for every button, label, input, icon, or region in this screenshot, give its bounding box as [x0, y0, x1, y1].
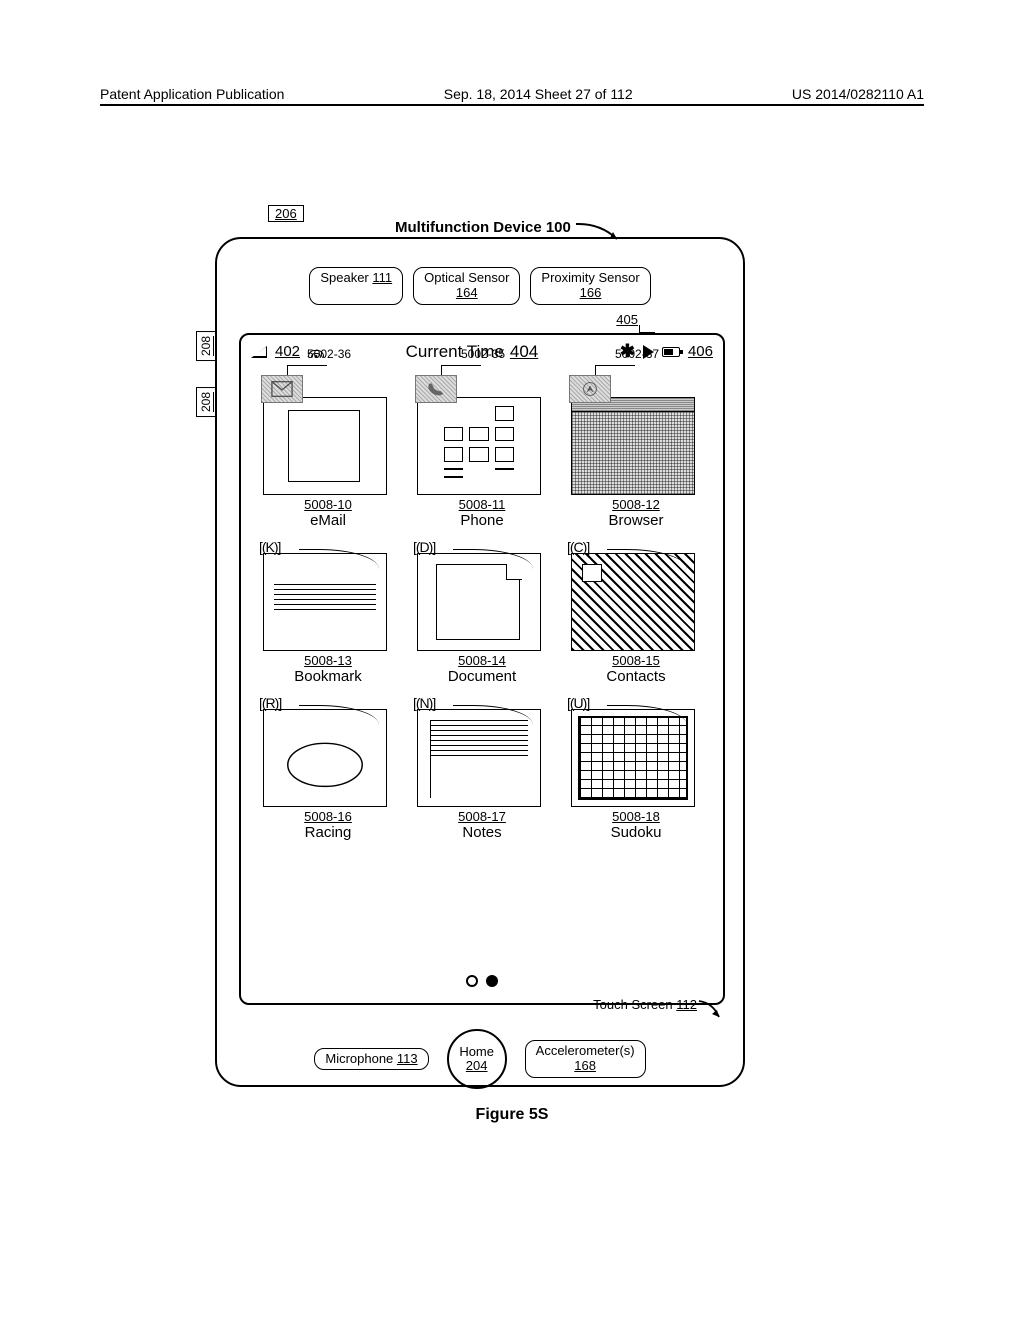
mail-badge-icon: [261, 375, 303, 403]
figure-caption: Figure 5S: [0, 1106, 1024, 1124]
speaker-pill: Speaker 111: [309, 267, 403, 305]
label-email: eMail: [263, 512, 393, 529]
home-label: Home: [459, 1045, 494, 1059]
proximity-pill: Proximity Sensor 166: [530, 267, 650, 305]
cell-document: [(D)] 5008-14 Document: [417, 539, 547, 685]
thumb-sudoku[interactable]: [571, 709, 695, 807]
cell-sudoku: [(U)] 5008-18 Sudoku: [571, 695, 701, 841]
thumb-email[interactable]: [263, 397, 387, 495]
signal-icon: [251, 346, 267, 358]
home-button[interactable]: Home 204: [447, 1029, 507, 1089]
badge-ref-1: 5002-36: [307, 347, 351, 361]
page-indicator[interactable]: [466, 975, 498, 987]
cell-contacts: [(C)] 5008-15 Contacts: [571, 539, 701, 685]
cell-bookmark: [(K)] 5008-13 Bookmark: [263, 539, 393, 685]
thumb-document[interactable]: [417, 553, 541, 651]
num-email: 5008-10: [304, 497, 352, 512]
cell-browser: 5002-37 5008-12 Browser: [571, 375, 701, 529]
thumb-contacts[interactable]: [571, 553, 695, 651]
ref-208-top: 208: [196, 331, 216, 361]
thumb-bookmark[interactable]: [263, 553, 387, 651]
ref-206: 206: [268, 205, 304, 222]
ref-208-bottom: 208: [196, 387, 216, 417]
thumb-notes[interactable]: [417, 709, 541, 807]
proximity-label: Proximity Sensor: [541, 270, 639, 285]
device-title: Multifunction Device 100: [395, 219, 571, 236]
cell-racing: [(R)] 5008-16 Racing: [263, 695, 393, 841]
compass-badge-icon: [569, 375, 611, 403]
num-contacts: 5008-15: [612, 653, 660, 668]
touchscreen-label: Touch Screen 112: [593, 997, 697, 1012]
label-phone: Phone: [417, 512, 547, 529]
label-contacts: Contacts: [571, 668, 701, 685]
speaker-label: Speaker: [320, 270, 368, 285]
page-dot-2[interactable]: [486, 975, 498, 987]
pub-number: US 2014/0282110 A1: [792, 86, 924, 102]
pub-label: Patent Application Publication: [100, 86, 284, 102]
battery-ref: 406: [688, 343, 713, 360]
device-frame: 208 208 Speaker 111 Optical Sensor 164 P…: [215, 237, 745, 1087]
microphone-pill: Microphone 113: [314, 1048, 428, 1071]
num-phone: 5008-11: [459, 497, 506, 512]
speaker-ref: 111: [372, 270, 392, 285]
cell-phone: 5002-35: [417, 375, 547, 529]
app-grid: 5002-36 5008-10 eMail 5002-35: [263, 375, 701, 841]
badge-ref-3: 5002-37: [615, 347, 659, 361]
page-dot-1[interactable]: [466, 975, 478, 987]
optical-ref: 164: [456, 285, 478, 300]
touch-screen[interactable]: 402 Current Time 404 ✱ 406: [239, 333, 725, 1005]
label-browser: Browser: [571, 512, 701, 529]
num-bookmark: 5008-13: [304, 653, 352, 668]
num-browser: 5008-12: [612, 497, 660, 512]
thumb-browser[interactable]: [571, 397, 695, 495]
num-notes: 5008-17: [458, 809, 506, 824]
time-ref: 404: [510, 342, 538, 362]
phone-badge-icon: [415, 375, 457, 403]
optical-label: Optical Sensor: [424, 270, 509, 285]
thumb-phone[interactable]: [417, 397, 541, 495]
optical-pill: Optical Sensor 164: [413, 267, 520, 305]
signal-ref: 402: [275, 343, 300, 360]
sensor-row: Speaker 111 Optical Sensor 164 Proximity…: [217, 267, 743, 305]
num-document: 5008-14: [458, 653, 506, 668]
sheet-label: Sep. 18, 2014 Sheet 27 of 112: [444, 86, 633, 102]
label-racing: Racing: [263, 824, 393, 841]
badge-ref-2: 5002-35: [461, 347, 505, 361]
ref-405: 405: [616, 312, 638, 327]
page-header: Patent Application Publication Sep. 18, …: [100, 86, 924, 106]
num-sudoku: 5008-18: [612, 809, 660, 824]
cell-email: 5002-36 5008-10 eMail: [263, 375, 393, 529]
device-diagram: Multifunction Device 100 206 208 208 Spe…: [215, 225, 745, 1095]
label-sudoku: Sudoku: [571, 824, 701, 841]
label-notes: Notes: [417, 824, 547, 841]
label-document: Document: [417, 668, 547, 685]
touchscreen-arrow-icon: [697, 999, 723, 1021]
ref-405-leader: [639, 325, 655, 333]
proximity-ref: 166: [580, 285, 602, 300]
accelerometer-pill: Accelerometer(s) 168: [525, 1040, 646, 1078]
cell-notes: [(N)] 5008-17 Notes: [417, 695, 547, 841]
bottom-row: Microphone 113 Home 204 Accelerometer(s)…: [217, 1029, 743, 1089]
label-bookmark: Bookmark: [263, 668, 393, 685]
battery-icon: [662, 347, 680, 357]
thumb-racing[interactable]: [263, 709, 387, 807]
home-ref: 204: [466, 1059, 488, 1073]
num-racing: 5008-16: [304, 809, 352, 824]
